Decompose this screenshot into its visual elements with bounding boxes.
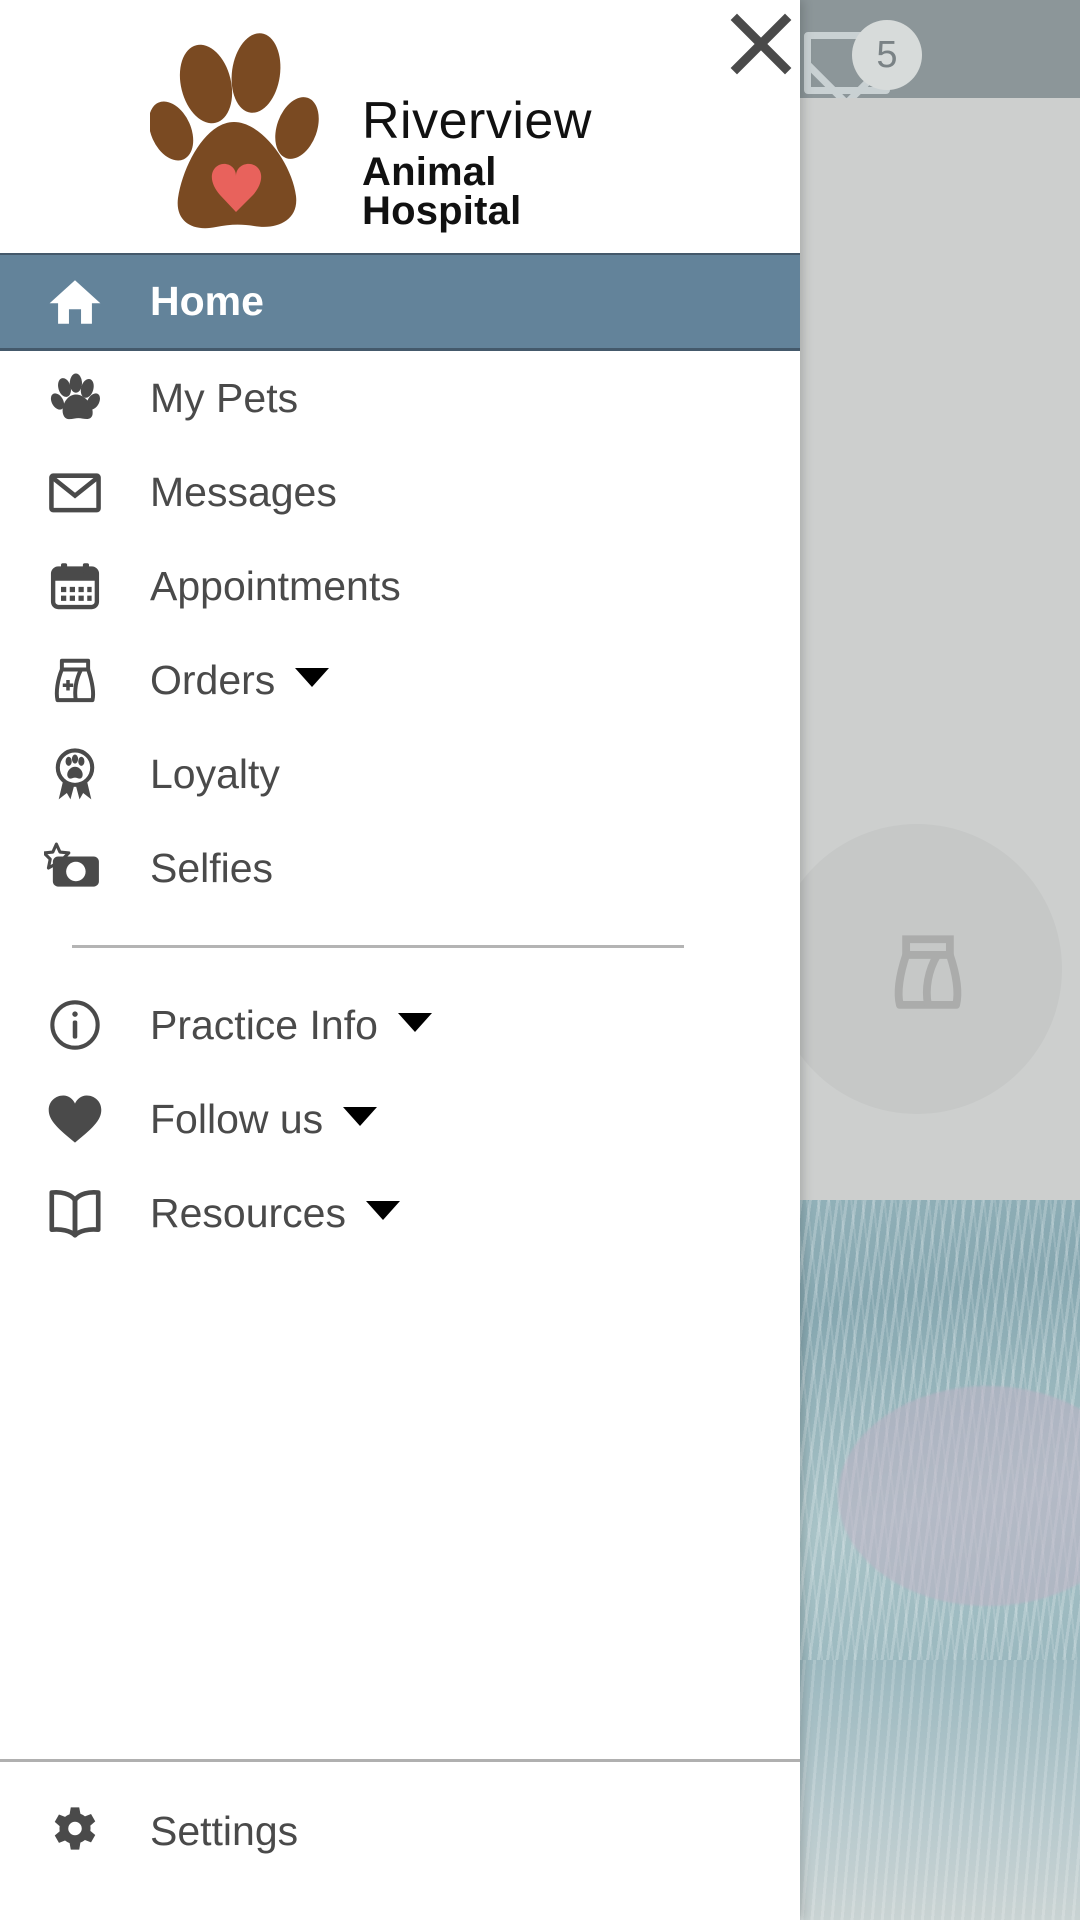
sidebar-item-label: My Pets [150,374,299,421]
sidebar-item-selfies[interactable]: Selfies [0,821,800,915]
sidebar-item-my-pets[interactable]: My Pets [0,351,800,445]
sidebar-item-label: Settings [150,1807,299,1854]
sidebar-item-label: Appointments [150,562,401,609]
paw-print-heart-logo [150,33,319,229]
sidebar-item-label: Home [150,278,264,324]
brand-name-line1: Riverview [362,92,592,150]
footer-spacer [0,1878,800,1920]
close-drawer-button[interactable] [725,8,797,80]
unread-count-badge: 5 [852,20,922,90]
home-icon [0,273,150,331]
sidebar-item-follow-us[interactable]: Follow us [0,1072,800,1166]
calendar-icon [0,558,150,614]
sidebar-item-appointments[interactable]: Appointments [0,539,800,633]
chevron-down-icon[interactable] [365,1200,400,1220]
food-bag-plus-icon [0,652,150,708]
chevron-down-icon[interactable] [397,1012,432,1032]
sidebar-item-label: Selfies [150,844,274,891]
sidebar-item-resources[interactable]: Resources [0,1166,800,1260]
info-circle-icon [0,996,150,1054]
sidebar-item-label: Orders [150,656,276,703]
footer-divider [0,1759,800,1762]
sidebar-item-settings[interactable]: Settings [0,1784,800,1878]
navigation-drawer: Riverview Animal Hospital Home My Pets M… [0,0,800,1920]
sidebar-item-label: Messages [150,468,337,515]
camera-star-icon [0,839,150,897]
close-icon [730,13,792,75]
brand-name-line2: Animal Hospital [362,149,522,234]
sidebar-item-label: Follow us [150,1095,324,1142]
award-paw-icon [0,745,150,803]
sidebar-item-practice-info[interactable]: Practice Info [0,978,800,1072]
brand-logo: Riverview Animal Hospital [150,18,650,238]
envelope-icon [0,463,150,521]
chevron-down-icon[interactable] [295,667,330,687]
food-bag-icon [894,935,962,1009]
mobile-screen: 5 Riverview Animal Hospital Home My Pets… [0,0,1080,1920]
sidebar-item-messages[interactable]: Messages [0,445,800,539]
heart-icon [0,1092,150,1146]
sidebar-item-label: Loyalty [150,750,280,797]
drawer-divider [72,945,684,948]
drawer-primary-nav: Home My Pets Messages Appointments Order… [0,253,800,915]
sidebar-item-label: Practice Info [150,1001,378,1048]
sidebar-item-loyalty[interactable]: Loyalty [0,727,800,821]
brand-name: Riverview Animal Hospital [362,92,650,234]
paw-icon [0,370,150,426]
gear-icon [0,1804,150,1858]
sidebar-item-home[interactable]: Home [0,253,800,351]
backdrop-messages-button[interactable]: 5 [800,20,922,94]
sidebar-item-orders[interactable]: Orders [0,633,800,727]
drawer-footer: Settings [0,1759,800,1920]
sidebar-item-label: Resources [150,1189,346,1236]
book-icon [0,1187,150,1239]
drawer-header: Riverview Animal Hospital [0,0,800,253]
chevron-down-icon[interactable] [343,1106,378,1126]
drawer-secondary-nav: Practice Info Follow us Resources [0,978,800,1260]
